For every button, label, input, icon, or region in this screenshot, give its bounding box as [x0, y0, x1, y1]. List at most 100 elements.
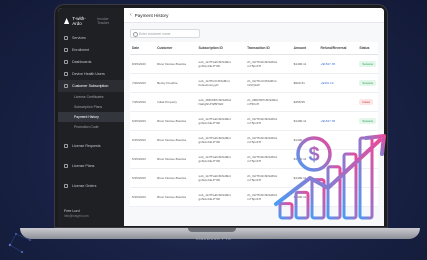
cell-refund: [318, 92, 358, 112]
sidebar-subitem-promotion-code[interactable]: Promotion Code: [58, 122, 124, 132]
cell-customer: Becky Flourbie: [155, 73, 197, 93]
cell-date: 6/15/2023: [130, 130, 156, 150]
sidebar-subitem-subscription-plans[interactable]: Subscription Plans: [58, 102, 124, 112]
dollar-symbol: $: [308, 144, 319, 166]
search-placeholder: Enter customer name: [139, 31, 171, 36]
laptop-model-label: MacBook Pro: [195, 236, 232, 242]
cell-amount: $458.95: [291, 92, 319, 112]
cell-refund: +$1547.35: [318, 54, 358, 74]
cell-subscription-id: sub_1LHTwkC3bSd8mt gnNAvCE-PYRI: [196, 168, 246, 188]
cart-icon: [64, 184, 68, 188]
user-icon: [64, 84, 68, 88]
cell-date: 8/15/2023: [130, 54, 156, 74]
cell-transaction-id: ch_3MRXlPC3bSd8mt mT5KnH: [245, 92, 292, 112]
cell-transaction-id: ch_3LHTsbC3bSd8mt mY5pnFH: [245, 54, 292, 74]
cell-date: 5/15/2023: [130, 187, 156, 207]
cell-date: 7/25/2023: [130, 92, 156, 112]
page-title: Payment History: [134, 12, 169, 18]
cell-customer: River Deluxe Boutica: [155, 168, 197, 188]
cell-subscription-id: sub_1LHTwkC3bSd8mt gnNAvCE-PYRI: [196, 187, 246, 207]
cell-amount: $900.31: [291, 73, 319, 93]
cell-subscription-id: sub_1LHTwkC3bSd8mt gnNAvCE-PYRI: [196, 130, 246, 150]
user-name: Free Lurd: [64, 209, 80, 213]
column-header[interactable]: Amount: [291, 42, 319, 55]
cell-subscription-id: sub_1LHTwkC3bSd8mt gnNAvCE-PYRI: [196, 54, 246, 74]
growth-bar: [278, 202, 294, 220]
cell-status: Failed: [357, 92, 378, 112]
sidebar-item-license-plans[interactable]: License Plans: [58, 160, 124, 172]
sidebar-subitem-license-certificates[interactable]: License Certificates: [58, 92, 124, 102]
table-row[interactable]: 8/15/2023 River Deluxe Boutica sub_1LHTwkC…: [130, 54, 378, 74]
cell-subscription-id: sub_1LHTwkC3bSd8mt gnNAvCE-PYRI: [196, 149, 246, 169]
sidebar-item-services[interactable]: Services: [58, 32, 124, 44]
document-icon: [64, 48, 68, 52]
user-email: info@insight.com: [64, 214, 89, 218]
sidebar-item-license-requests[interactable]: License Requests: [58, 140, 124, 152]
laptop-notch: [188, 228, 236, 232]
cell-customer: Initial Property: [155, 92, 197, 112]
sidebar-item-enrollment[interactable]: Enrollment: [58, 44, 124, 56]
cell-amount: $1400.11: [291, 54, 319, 74]
inbox-icon: [64, 144, 68, 148]
growth-bars: [278, 136, 374, 220]
status-badge: Success: [359, 61, 376, 67]
growth-bar: [326, 165, 342, 220]
brand-logo-icon: [64, 18, 70, 24]
dashboard-icon: [64, 60, 68, 64]
column-header[interactable]: Status: [357, 42, 378, 55]
cell-transaction-id: ch_3LHTsrC3bSd8mt mN7pkW: [245, 73, 292, 93]
column-header[interactable]: Customer: [155, 42, 197, 55]
heart-icon: [64, 72, 68, 76]
search-input[interactable]: Enter customer name: [130, 29, 200, 38]
sidebar-item-label: Services: [72, 36, 86, 40]
sidebar-item-label: License Plans: [72, 164, 95, 168]
status-badge: Success: [359, 80, 376, 86]
column-header[interactable]: Subscription ID: [196, 42, 246, 55]
brand-sub: Invoice Tracker: [97, 17, 110, 25]
column-header[interactable]: Date: [130, 42, 156, 55]
sidebar-item-label: License Requests: [72, 144, 101, 148]
layers-icon: [64, 164, 68, 168]
sidebar-item-label: Dashboards: [72, 60, 92, 64]
search-icon: [133, 31, 138, 37]
table-row[interactable]: 7/25/2023 Initial Property sub_1MRXlPC3bSd…: [130, 92, 378, 112]
column-header[interactable]: Refund/Reversal: [318, 42, 358, 55]
cell-date: 7/29/2023: [130, 73, 156, 93]
cell-status: Success: [357, 54, 378, 74]
grid-icon: [64, 36, 68, 40]
cell-status: Success: [357, 73, 378, 93]
cell-customer: River Deluxe Boutica: [155, 54, 197, 74]
topbar: ‹ Payment History: [124, 8, 384, 23]
growth-illustration: $: [274, 134, 386, 220]
brand[interactable]: T-with-Ardo Invoice Tracker: [58, 8, 124, 32]
back-arrow-icon[interactable]: ‹: [130, 12, 132, 18]
table-row[interactable]: 7/29/2023 Becky Flourbie sub_1LHTsrC3bSd8m…: [130, 73, 378, 93]
sidebar-item-license-orders[interactable]: License Orders: [58, 180, 124, 192]
cell-customer: River Deluxe Boutica: [155, 149, 197, 169]
cell-subscription-id: sub_1LHTwkC3bSd8mt gnNAvCE-PYRI: [196, 111, 246, 131]
cell-customer: River Deluxe Boutica: [155, 111, 197, 131]
cell-date: 5/15/2023: [130, 168, 156, 188]
cell-date: 5/15/2023: [130, 149, 156, 169]
cell-subscription-id: sub_1LHTsrC3bSd8mt buGeKnzeyyD: [196, 73, 246, 93]
sidebar-item-label: Device Health Users: [72, 72, 105, 76]
growth-bar: [294, 190, 310, 220]
sidebar-item-customer-subscription[interactable]: Customer Subscription: [58, 80, 124, 92]
cell-customer: River Deluxe Boutica: [155, 187, 197, 207]
column-header[interactable]: Transaction ID: [245, 42, 292, 55]
sidebar-item-label: Customer Subscription: [72, 84, 109, 88]
sidebar-subitem-payment-history[interactable]: Payment History: [58, 112, 124, 122]
sidebar-item-dashboards[interactable]: Dashboards: [58, 56, 124, 68]
sidebar-item-label: License Orders: [72, 184, 97, 188]
brand-name: T-with-Ardo: [72, 16, 86, 26]
cell-customer: River Deluxe Boutica: [155, 130, 197, 150]
cell-refund: +$401.19: [318, 73, 358, 93]
status-badge: Failed: [359, 99, 374, 105]
sidebar-item-device-health[interactable]: Device Health Users: [58, 68, 124, 80]
user-profile[interactable]: Free Lurd info@insight.com: [64, 209, 89, 218]
cell-subscription-id: sub_1MRXlPC3bSd8mt NaFgNUH2BHGD: [196, 92, 246, 112]
cell-date: 6/15/2023: [130, 111, 156, 131]
dollar-coin-icon: $: [296, 136, 332, 172]
sidebar-item-label: Enrollment: [72, 48, 90, 52]
sidebar: T-with-Ardo Invoice Tracker Services Enr…: [58, 8, 124, 226]
